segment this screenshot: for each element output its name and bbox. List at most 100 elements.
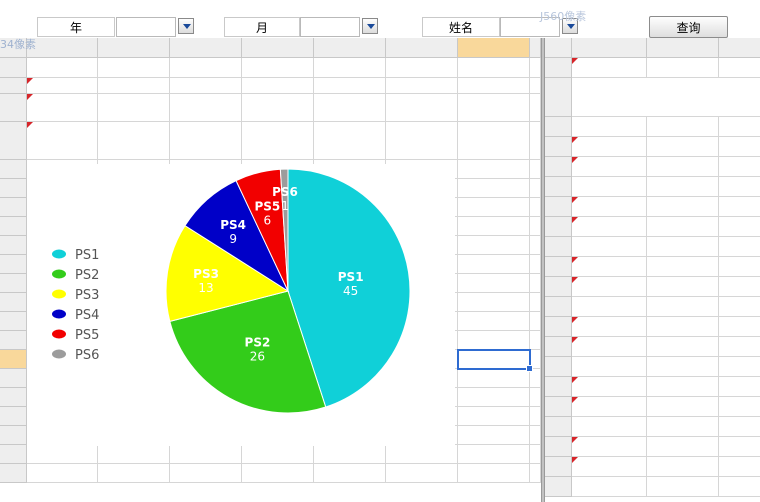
cell-b4[interactable] <box>98 122 170 160</box>
right-cell-a1[interactable] <box>572 58 647 78</box>
month-dropdown-icon[interactable] <box>362 18 378 34</box>
cell-g18[interactable] <box>458 407 530 426</box>
right-cell-c15[interactable] <box>719 357 760 377</box>
row-header-7[interactable] <box>0 198 27 217</box>
cell-h17[interactable] <box>530 388 541 407</box>
right-cell-b9[interactable] <box>647 237 719 257</box>
cell-b20[interactable] <box>98 445 170 464</box>
right-cell-c9[interactable] <box>719 237 760 257</box>
right-row-header-10[interactable] <box>545 257 572 277</box>
column-header-d[interactable] <box>242 38 314 58</box>
right-row-header-16[interactable] <box>545 377 572 397</box>
right-cell-c12[interactable] <box>719 297 760 317</box>
right-cell-a20[interactable] <box>572 457 647 477</box>
right-row-header-8[interactable] <box>545 217 572 237</box>
right-cell-a7[interactable] <box>572 197 647 217</box>
right-cell-a2-title[interactable] <box>572 78 760 117</box>
cell-d21[interactable] <box>242 464 314 483</box>
right-cell-a14[interactable] <box>572 337 647 357</box>
cell-h21[interactable] <box>530 464 541 483</box>
query-button[interactable]: 查询 <box>649 16 728 38</box>
row-header-10[interactable] <box>0 255 27 274</box>
month-input[interactable] <box>300 17 360 37</box>
right-cell-b12[interactable] <box>647 297 719 317</box>
cell-e2[interactable] <box>314 78 386 94</box>
row-header-16[interactable] <box>0 369 27 388</box>
row-header-18[interactable] <box>0 407 27 426</box>
column-header-c[interactable] <box>170 38 242 58</box>
cell-b1[interactable] <box>98 58 170 78</box>
cell-g12[interactable] <box>458 293 530 312</box>
cell-e4[interactable] <box>314 122 386 160</box>
cell-c20[interactable] <box>170 445 242 464</box>
cell-a20[interactable] <box>27 445 98 464</box>
right-row-header-14[interactable] <box>545 337 572 357</box>
right-cell-c1[interactable] <box>719 58 760 78</box>
year-dropdown-icon[interactable] <box>178 18 194 34</box>
right-row-header-1[interactable] <box>545 58 572 78</box>
row-header-5[interactable] <box>0 160 27 179</box>
cell-h9[interactable] <box>530 236 541 255</box>
right-cell-a6[interactable] <box>572 177 647 197</box>
right-cell-c14[interactable] <box>719 337 760 357</box>
cell-h1[interactable] <box>530 58 541 78</box>
row-header-9[interactable] <box>0 236 27 255</box>
right-row-header-12[interactable] <box>545 297 572 317</box>
right-cell-b13[interactable] <box>647 317 719 337</box>
row-header-3[interactable] <box>0 94 27 122</box>
right-cell-b14[interactable] <box>647 337 719 357</box>
right-row-header-15[interactable] <box>545 357 572 377</box>
right-row-header-6[interactable] <box>545 177 572 197</box>
cell-g10[interactable] <box>458 255 530 274</box>
cell-g4[interactable] <box>458 122 530 160</box>
row-header-12[interactable] <box>0 293 27 312</box>
right-cell-a17[interactable] <box>572 397 647 417</box>
right-cell-a5[interactable] <box>572 157 647 177</box>
row-header-17[interactable] <box>0 388 27 407</box>
cell-f4[interactable] <box>386 122 458 160</box>
right-row-header-4[interactable] <box>545 137 572 157</box>
right-cell-c6[interactable] <box>719 177 760 197</box>
right-cell-c13[interactable] <box>719 317 760 337</box>
right-cell-a9[interactable] <box>572 237 647 257</box>
cell-h5[interactable] <box>530 160 541 179</box>
cell-c4[interactable] <box>170 122 242 160</box>
right-cell-a10[interactable] <box>572 257 647 277</box>
right-cell-a8[interactable] <box>572 217 647 237</box>
cell-d20[interactable] <box>242 445 314 464</box>
cell-c2[interactable] <box>170 78 242 94</box>
cell-f3[interactable] <box>386 94 458 122</box>
column-header-h[interactable] <box>530 38 541 58</box>
cell-e20[interactable] <box>314 445 386 464</box>
cell-f20[interactable] <box>386 445 458 464</box>
cell-b3[interactable] <box>98 94 170 122</box>
cell-h8[interactable] <box>530 217 541 236</box>
cell-a21[interactable] <box>27 464 98 483</box>
row-header-4[interactable] <box>0 122 27 160</box>
cell-e3[interactable] <box>314 94 386 122</box>
cell-g16[interactable] <box>458 369 530 388</box>
right-cell-b16[interactable] <box>647 377 719 397</box>
cell-g17[interactable] <box>458 388 530 407</box>
right-cell-b10[interactable] <box>647 257 719 277</box>
right-row-header-13[interactable] <box>545 317 572 337</box>
cell-g21[interactable] <box>458 464 530 483</box>
right-cell-c21[interactable] <box>719 477 760 497</box>
right-cell-b1[interactable] <box>647 58 719 78</box>
right-row-header-21[interactable] <box>545 477 572 497</box>
right-row-header-17[interactable] <box>545 397 572 417</box>
cell-h14[interactable] <box>530 331 541 350</box>
right-row-header-3[interactable] <box>545 117 572 137</box>
cell-g6[interactable] <box>458 179 530 198</box>
cell-g19[interactable] <box>458 426 530 445</box>
right-cell-a16[interactable] <box>572 377 647 397</box>
row-header-2[interactable] <box>0 78 27 94</box>
cell-e21[interactable] <box>314 464 386 483</box>
right-cell-c18[interactable] <box>719 417 760 437</box>
cell-g8[interactable] <box>458 217 530 236</box>
right-cell-b4[interactable] <box>647 137 719 157</box>
right-cell-b8[interactable] <box>647 217 719 237</box>
right-cell-b7[interactable] <box>647 197 719 217</box>
select-all-corner-right[interactable] <box>545 38 572 58</box>
right-row-header-9[interactable] <box>545 237 572 257</box>
